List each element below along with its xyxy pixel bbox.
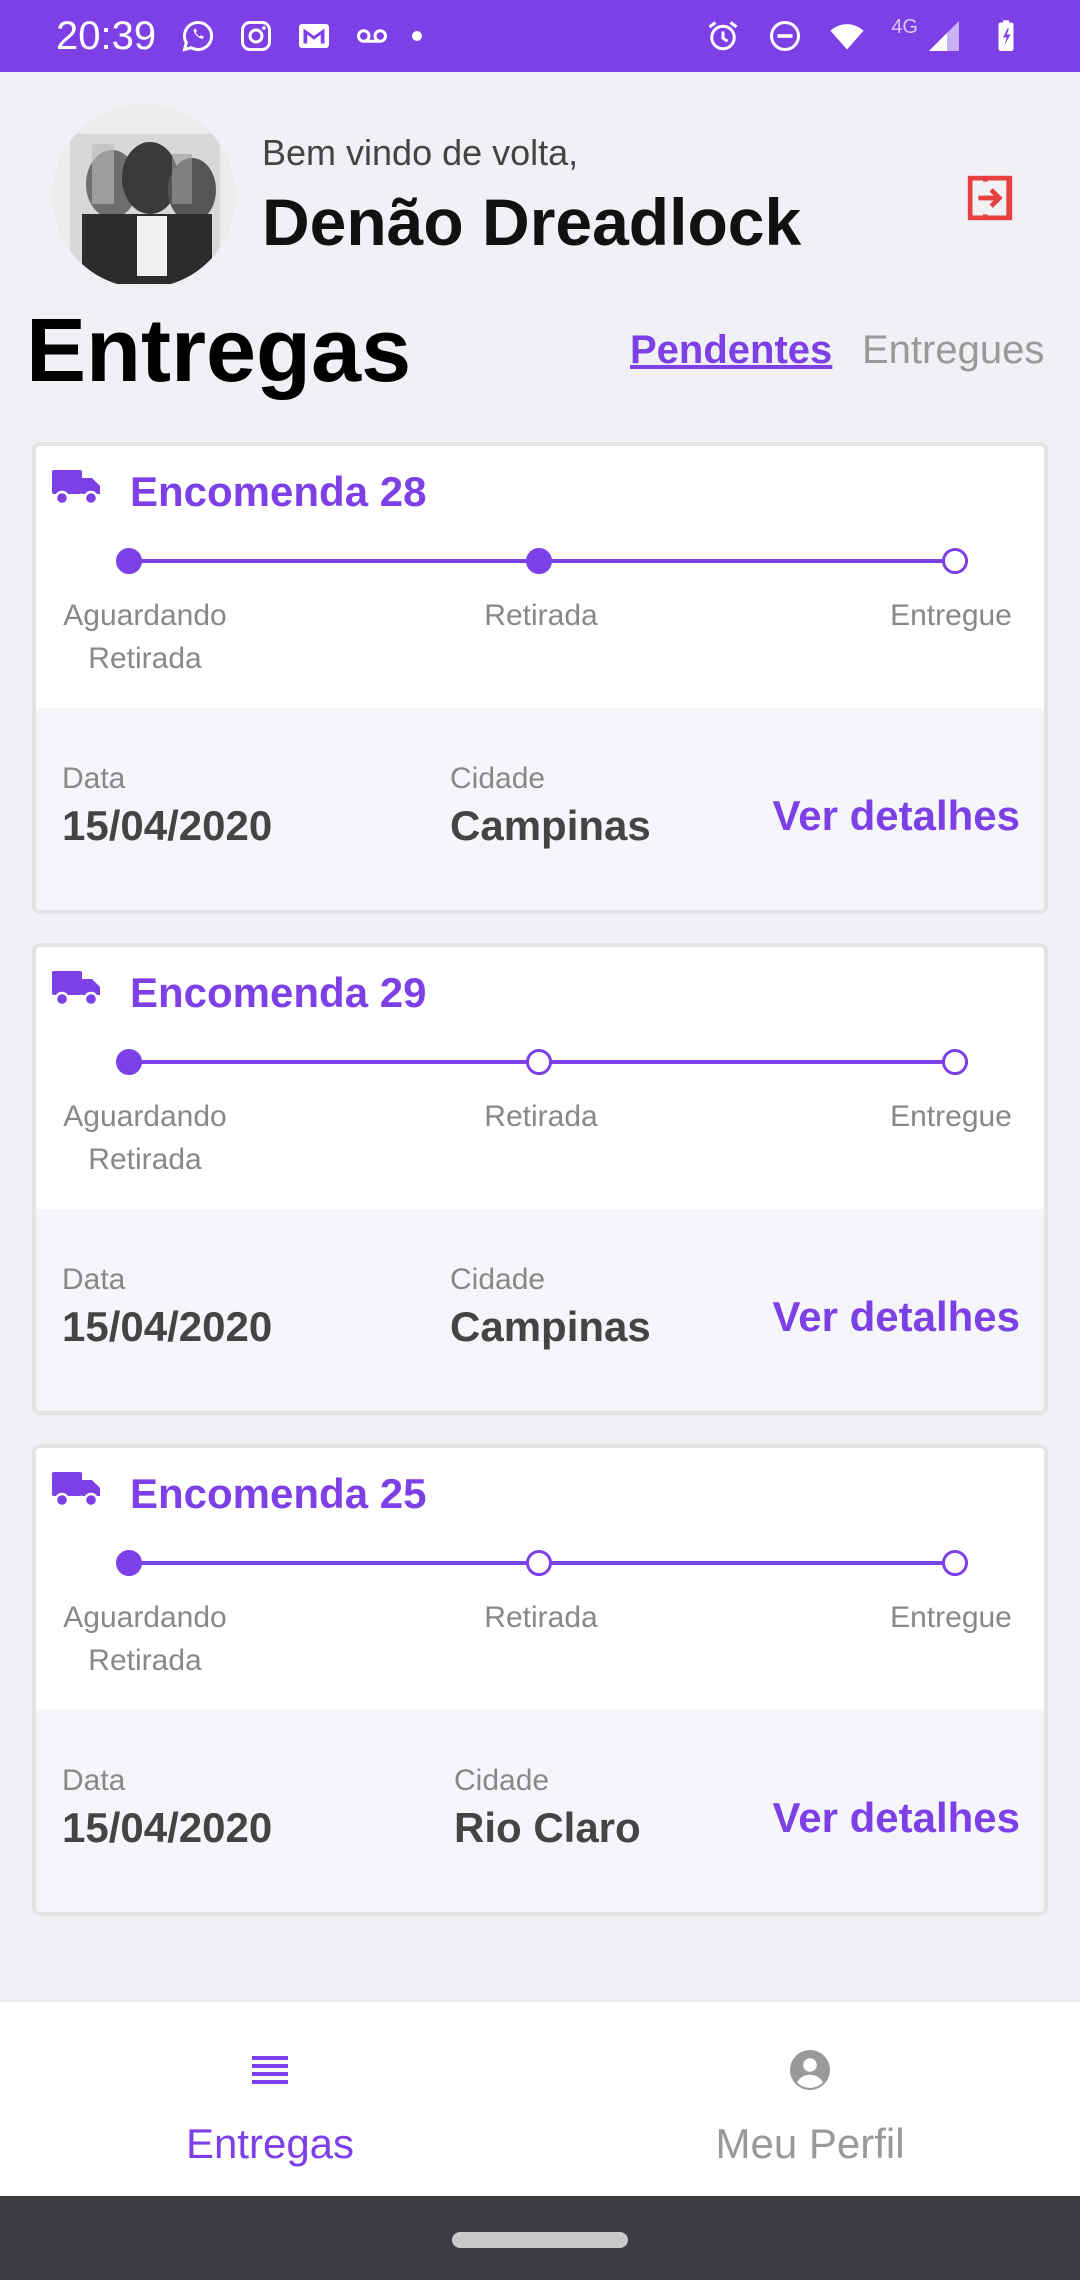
step-label-picked-up: Retirada <box>484 1601 598 1634</box>
city-label: Cidade <box>450 1263 546 1296</box>
network-type: 4G <box>891 15 918 38</box>
progress-track <box>548 1060 968 1064</box>
city-label: Cidade <box>454 1764 550 1797</box>
progress-step-dot <box>942 1049 968 1075</box>
home-gesture-handle[interactable] <box>452 2232 628 2248</box>
step-label-picked-up: Retirada <box>484 599 598 632</box>
progress-step-dot <box>942 548 968 574</box>
wifi-icon <box>829 18 865 54</box>
order-card: Encomenda 29 Aguardando Retirada Retirada… <box>32 943 1048 1415</box>
date-label: Data <box>62 1764 126 1797</box>
progress-step-dot <box>116 548 142 574</box>
more-notifications-dot-icon <box>412 31 423 41</box>
order-card-header: Encomenda 29 Aguardando Retirada Retirada… <box>36 947 1044 1209</box>
instagram-icon <box>238 18 274 54</box>
truck-icon <box>52 971 100 1007</box>
whatsapp-icon <box>180 18 216 54</box>
nav-tab-profile[interactable]: Meu Perfil <box>540 2002 1080 2198</box>
order-card-footer: Data 15/04/2020 Cidade Rio Claro Ver det… <box>36 1710 1044 1912</box>
page-title: Entregas <box>26 301 412 401</box>
truck-icon <box>52 1472 100 1508</box>
battery-icon <box>988 18 1024 54</box>
nav-label: Meu Perfil <box>715 2120 905 2167</box>
progress-track <box>548 559 968 563</box>
progress-track <box>128 1060 548 1064</box>
avatar[interactable] <box>52 104 236 288</box>
nav-tab-entregas[interactable]: Entregas <box>0 2002 540 2198</box>
city-value: Campinas <box>450 802 651 849</box>
voicemail-icon <box>354 18 390 54</box>
view-details-link[interactable]: Ver detalhes <box>773 792 1020 840</box>
truck-icon <box>52 470 100 506</box>
order-card-footer: Data 15/04/2020 Cidade Campinas Ver deta… <box>36 708 1044 910</box>
progress-step-dot <box>942 1550 968 1576</box>
status-time: 20:39 <box>56 13 157 58</box>
user-name: Denão Dreadlock <box>262 185 802 259</box>
progress-track <box>128 1561 548 1565</box>
order-card-header: Encomenda 28 Aguardando Retirada Retirada… <box>36 446 1044 708</box>
order-card-header: Encomenda 25 Aguardando Retirada Retirada… <box>36 1448 1044 1710</box>
order-card: Encomenda 28 Aguardando Retirada Retirada… <box>32 442 1048 914</box>
list-icon <box>252 2056 288 2084</box>
progress-step-dot <box>526 1049 552 1075</box>
date-value: 15/04/2020 <box>62 802 273 849</box>
status-bar: 20:39 4G <box>0 0 1080 72</box>
progress-track <box>128 559 548 563</box>
step-label-delivered: Entregue <box>890 1601 1012 1634</box>
progress-step-dot <box>116 1049 142 1075</box>
dnd-icon <box>767 18 803 54</box>
alarm-icon <box>705 18 741 54</box>
step-label-delivered: Entregue <box>890 599 1012 632</box>
date-value: 15/04/2020 <box>62 1804 273 1851</box>
order-card-footer: Data 15/04/2020 Cidade Campinas Ver deta… <box>36 1209 1044 1411</box>
date-value: 15/04/2020 <box>62 1303 273 1350</box>
gmail-icon <box>296 18 332 54</box>
system-icons: 4G <box>705 15 1024 54</box>
order-title: Encomenda 28 <box>130 468 427 515</box>
view-details-link[interactable]: Ver detalhes <box>773 1293 1020 1341</box>
date-label: Data <box>62 762 126 795</box>
progress-step-dot <box>526 548 552 574</box>
progress-track <box>548 1561 968 1565</box>
order-card: Encomenda 25 Aguardando Retirada Retirada… <box>32 1444 1048 1916</box>
welcome-text: Bem vindo de volta, <box>262 132 579 173</box>
signal-icon <box>926 18 962 54</box>
account-circle-icon <box>790 2050 830 2090</box>
profile-header: Bem vindo de volta, Denão Dreadlock <box>0 72 1080 302</box>
step-label-awaiting: Aguardando Retirada <box>63 1601 227 1677</box>
logout-button[interactable] <box>960 168 1020 228</box>
progress-step-dot <box>116 1550 142 1576</box>
view-details-link[interactable]: Ver detalhes <box>773 1794 1020 1842</box>
city-value: Rio Claro <box>454 1804 641 1851</box>
step-label-awaiting: Aguardando Retirada <box>63 599 227 675</box>
filter-pending-tab[interactable]: Pendentes <box>630 328 832 373</box>
progress-step-dot <box>526 1550 552 1576</box>
order-title: Encomenda 25 <box>130 1470 427 1517</box>
logout-icon <box>967 175 1013 221</box>
bottom-navigation: Entregas Meu Perfil <box>0 2000 1080 2196</box>
step-label-delivered: Entregue <box>890 1100 1012 1133</box>
notification-icons <box>180 18 423 54</box>
nav-label: Entregas <box>185 2120 355 2167</box>
system-navigation-bar <box>0 2196 1080 2280</box>
city-value: Campinas <box>450 1303 651 1350</box>
filter-delivered-tab[interactable]: Entregues <box>862 328 1044 373</box>
order-title: Encomenda 29 <box>130 969 427 1016</box>
step-label-awaiting: Aguardando Retirada <box>63 1100 227 1176</box>
city-label: Cidade <box>450 762 546 795</box>
date-label: Data <box>62 1263 126 1296</box>
step-label-picked-up: Retirada <box>484 1100 598 1133</box>
